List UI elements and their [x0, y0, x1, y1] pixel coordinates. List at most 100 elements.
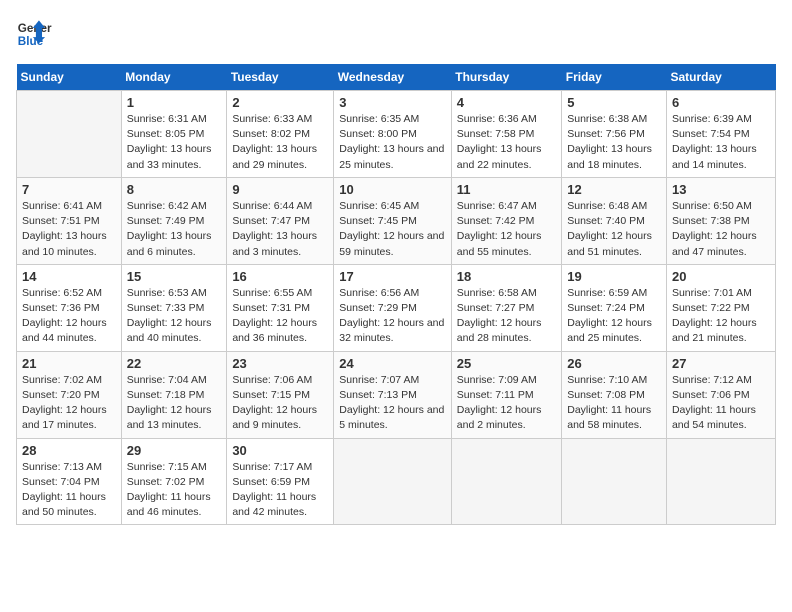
calendar-cell: 12 Sunrise: 6:48 AMSunset: 7:40 PMDayligh… — [562, 177, 667, 264]
day-info: Sunrise: 6:39 AMSunset: 7:54 PMDaylight:… — [672, 112, 770, 173]
day-number: 3 — [339, 95, 446, 110]
calendar-cell: 24 Sunrise: 7:07 AMSunset: 7:13 PMDayligh… — [334, 351, 452, 438]
calendar-cell: 9Sunrise: 6:44 AMSunset: 7:47 PMDaylight… — [227, 177, 334, 264]
day-info: Sunrise: 6:38 AMSunset: 7:56 PMDaylight:… — [567, 112, 661, 173]
day-number: 23 — [232, 356, 328, 371]
day-number: 8 — [127, 182, 222, 197]
day-number: 24 — [339, 356, 446, 371]
calendar-cell: 4 Sunrise: 6:36 AMSunset: 7:58 PMDaylight… — [451, 91, 561, 178]
calendar-cell: 18 Sunrise: 6:58 AMSunset: 7:27 PMDayligh… — [451, 264, 561, 351]
day-info: Sunrise: 7:15 AMSunset: 7:02 PMDaylight:… — [127, 460, 222, 521]
calendar-cell: 29 Sunrise: 7:15 AMSunset: 7:02 PMDayligh… — [121, 438, 227, 525]
calendar-cell: 13 Sunrise: 6:50 AMSunset: 7:38 PMDayligh… — [666, 177, 775, 264]
day-number: 4 — [457, 95, 556, 110]
day-info: Sunrise: 7:07 AMSunset: 7:13 PMDaylight:… — [339, 373, 446, 434]
day-number: 7 — [22, 182, 116, 197]
day-number: 10 — [339, 182, 446, 197]
day-info: Sunrise: 6:45 AMSunset: 7:45 PMDaylight:… — [339, 199, 446, 260]
day-number: 30 — [232, 443, 328, 458]
day-number: 13 — [672, 182, 770, 197]
day-number: 20 — [672, 269, 770, 284]
day-info: Sunrise: 6:41 AMSunset: 7:51 PMDaylight:… — [22, 199, 116, 260]
day-info: Sunrise: 7:10 AMSunset: 7:08 PMDaylight:… — [567, 373, 661, 434]
calendar-cell: 30 Sunrise: 7:17 AMSunset: 6:59 PMDayligh… — [227, 438, 334, 525]
day-number: 5 — [567, 95, 661, 110]
day-info: Sunrise: 6:35 AMSunset: 8:00 PMDaylight:… — [339, 112, 446, 173]
day-number: 28 — [22, 443, 116, 458]
calendar-cell — [666, 438, 775, 525]
calendar-cell — [334, 438, 452, 525]
day-info: Sunrise: 6:31 AMSunset: 8:05 PMDaylight:… — [127, 112, 222, 173]
day-number: 16 — [232, 269, 328, 284]
day-number: 29 — [127, 443, 222, 458]
calendar-cell: 28 Sunrise: 7:13 AMSunset: 7:04 PMDayligh… — [17, 438, 122, 525]
calendar-cell: 19 Sunrise: 6:59 AMSunset: 7:24 PMDayligh… — [562, 264, 667, 351]
weekday-header-saturday: Saturday — [666, 64, 775, 91]
day-info: Sunrise: 7:12 AMSunset: 7:06 PMDaylight:… — [672, 373, 770, 434]
calendar-cell: 17Sunrise: 6:56 AMSunset: 7:29 PMDayligh… — [334, 264, 452, 351]
day-number: 6 — [672, 95, 770, 110]
day-info: Sunrise: 7:02 AMSunset: 7:20 PMDaylight:… — [22, 373, 116, 434]
page-header: General Blue — [16, 16, 776, 52]
calendar-cell: 27 Sunrise: 7:12 AMSunset: 7:06 PMDayligh… — [666, 351, 775, 438]
day-info: Sunrise: 7:13 AMSunset: 7:04 PMDaylight:… — [22, 460, 116, 521]
calendar-cell — [17, 91, 122, 178]
calendar-cell: 1 Sunrise: 6:31 AMSunset: 8:05 PMDaylight… — [121, 91, 227, 178]
day-number: 2 — [232, 95, 328, 110]
calendar-cell: 6 Sunrise: 6:39 AMSunset: 7:54 PMDaylight… — [666, 91, 775, 178]
calendar-week-row: 28 Sunrise: 7:13 AMSunset: 7:04 PMDayligh… — [17, 438, 776, 525]
weekday-header-friday: Friday — [562, 64, 667, 91]
calendar-cell: 5 Sunrise: 6:38 AMSunset: 7:56 PMDaylight… — [562, 91, 667, 178]
day-info: Sunrise: 6:59 AMSunset: 7:24 PMDaylight:… — [567, 286, 661, 347]
calendar-cell — [451, 438, 561, 525]
calendar-cell: 26 Sunrise: 7:10 AMSunset: 7:08 PMDayligh… — [562, 351, 667, 438]
weekday-header-sunday: Sunday — [17, 64, 122, 91]
calendar-cell: 7 Sunrise: 6:41 AMSunset: 7:51 PMDaylight… — [17, 177, 122, 264]
day-info: Sunrise: 7:09 AMSunset: 7:11 PMDaylight:… — [457, 373, 556, 434]
day-number: 15 — [127, 269, 222, 284]
weekday-header-thursday: Thursday — [451, 64, 561, 91]
day-number: 1 — [127, 95, 222, 110]
day-number: 22 — [127, 356, 222, 371]
calendar-cell: 8 Sunrise: 6:42 AMSunset: 7:49 PMDaylight… — [121, 177, 227, 264]
calendar-cell: 21 Sunrise: 7:02 AMSunset: 7:20 PMDayligh… — [17, 351, 122, 438]
logo: General Blue — [16, 16, 56, 52]
day-info: Sunrise: 6:36 AMSunset: 7:58 PMDaylight:… — [457, 112, 556, 173]
calendar-cell — [562, 438, 667, 525]
day-info: Sunrise: 6:33 AMSunset: 8:02 PMDaylight:… — [232, 112, 328, 173]
day-number: 14 — [22, 269, 116, 284]
weekday-header-tuesday: Tuesday — [227, 64, 334, 91]
calendar-cell: 3 Sunrise: 6:35 AMSunset: 8:00 PMDaylight… — [334, 91, 452, 178]
day-info: Sunrise: 6:56 AMSunset: 7:29 PMDaylight:… — [339, 286, 446, 347]
weekday-header-wednesday: Wednesday — [334, 64, 452, 91]
calendar-week-row: 1 Sunrise: 6:31 AMSunset: 8:05 PMDaylight… — [17, 91, 776, 178]
day-number: 18 — [457, 269, 556, 284]
day-number: 21 — [22, 356, 116, 371]
day-info: Sunrise: 6:55 AMSunset: 7:31 PMDaylight:… — [232, 286, 328, 347]
day-info: Sunrise: 6:58 AMSunset: 7:27 PMDaylight:… — [457, 286, 556, 347]
day-number: 26 — [567, 356, 661, 371]
day-number: 9 — [232, 182, 328, 197]
calendar-cell: 16 Sunrise: 6:55 AMSunset: 7:31 PMDayligh… — [227, 264, 334, 351]
svg-text:General: General — [18, 22, 52, 35]
calendar-cell: 25Sunrise: 7:09 AMSunset: 7:11 PMDayligh… — [451, 351, 561, 438]
calendar-table: SundayMondayTuesdayWednesdayThursdayFrid… — [16, 64, 776, 525]
day-info: Sunrise: 7:17 AMSunset: 6:59 PMDaylight:… — [232, 460, 328, 521]
calendar-cell: 22Sunrise: 7:04 AMSunset: 7:18 PMDayligh… — [121, 351, 227, 438]
day-number: 19 — [567, 269, 661, 284]
calendar-cell: 2 Sunrise: 6:33 AMSunset: 8:02 PMDaylight… — [227, 91, 334, 178]
day-number: 27 — [672, 356, 770, 371]
calendar-week-row: 14 Sunrise: 6:52 AMSunset: 7:36 PMDayligh… — [17, 264, 776, 351]
day-info: Sunrise: 6:48 AMSunset: 7:40 PMDaylight:… — [567, 199, 661, 260]
calendar-week-row: 21 Sunrise: 7:02 AMSunset: 7:20 PMDayligh… — [17, 351, 776, 438]
day-info: Sunrise: 6:42 AMSunset: 7:49 PMDaylight:… — [127, 199, 222, 260]
calendar-cell: 15Sunrise: 6:53 AMSunset: 7:33 PMDayligh… — [121, 264, 227, 351]
day-info: Sunrise: 6:52 AMSunset: 7:36 PMDaylight:… — [22, 286, 116, 347]
weekday-header-monday: Monday — [121, 64, 227, 91]
weekday-header-row: SundayMondayTuesdayWednesdayThursdayFrid… — [17, 64, 776, 91]
calendar-cell: 23Sunrise: 7:06 AMSunset: 7:15 PMDayligh… — [227, 351, 334, 438]
calendar-cell: 10 Sunrise: 6:45 AMSunset: 7:45 PMDayligh… — [334, 177, 452, 264]
day-info: Sunrise: 7:01 AMSunset: 7:22 PMDaylight:… — [672, 286, 770, 347]
day-info: Sunrise: 6:50 AMSunset: 7:38 PMDaylight:… — [672, 199, 770, 260]
day-number: 12 — [567, 182, 661, 197]
